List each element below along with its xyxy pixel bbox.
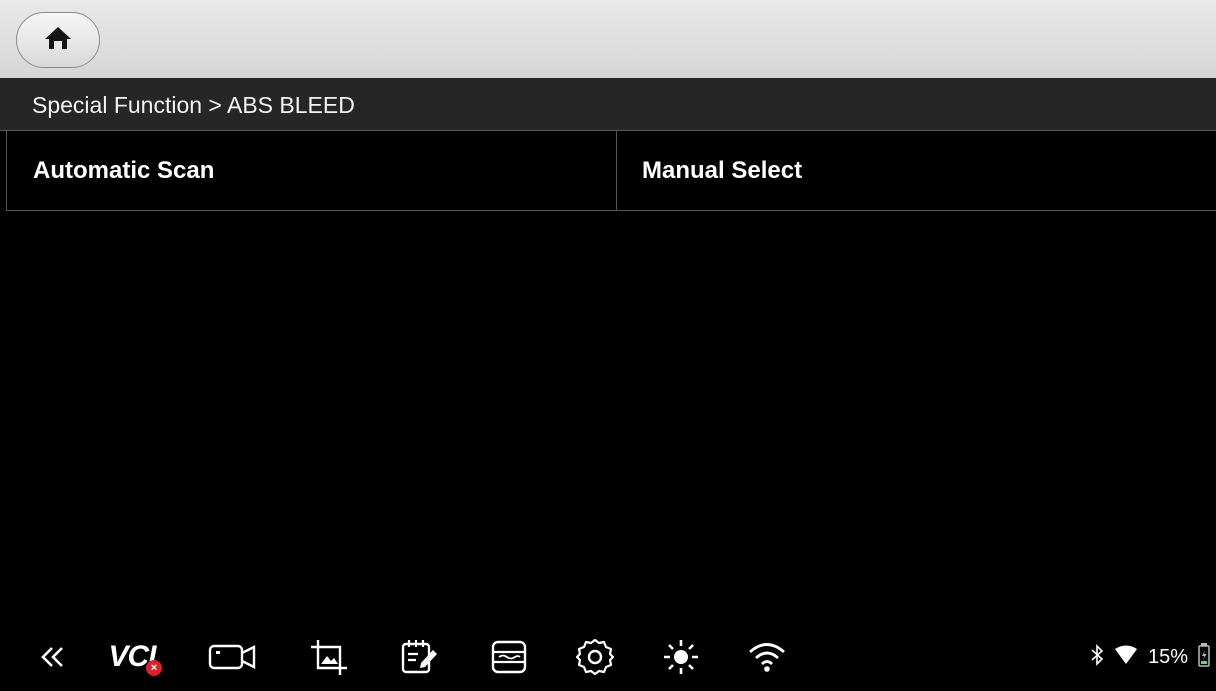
breadcrumb-bar: Special Function > ABS BLEED (0, 78, 1216, 131)
printer-icon[interactable] (486, 632, 532, 682)
screenshot-icon[interactable] (306, 632, 352, 682)
wifi-icon[interactable] (744, 632, 790, 682)
taskbar: VCI × 15% (0, 620, 1216, 691)
option-list: Automatic Scan Manual Select (6, 131, 1216, 211)
home-icon (43, 25, 73, 56)
automatic-scan-label: Automatic Scan (33, 157, 215, 184)
settings-icon[interactable] (572, 632, 618, 682)
wifi-signal-icon (1114, 645, 1138, 670)
back-double-chevron-icon[interactable] (36, 632, 70, 682)
top-bar (0, 0, 1216, 78)
breadcrumb: Special Function > ABS BLEED (32, 92, 355, 118)
manual-select-label: Manual Select (642, 157, 803, 184)
vci-disconnected-badge: × (146, 660, 162, 676)
bluetooth-icon (1090, 643, 1104, 672)
automatic-scan-option[interactable]: Automatic Scan (6, 131, 617, 211)
manual-select-option[interactable]: Manual Select (617, 131, 1216, 211)
notepad-icon[interactable] (396, 632, 442, 682)
vci-icon[interactable]: VCI × (102, 632, 162, 682)
brightness-icon[interactable] (658, 632, 704, 682)
home-button[interactable] (16, 12, 100, 68)
system-status: 15% (1090, 632, 1216, 682)
battery-icon (1198, 642, 1210, 672)
video-camera-icon[interactable] (206, 632, 260, 682)
battery-percent: 15% (1147, 645, 1188, 668)
